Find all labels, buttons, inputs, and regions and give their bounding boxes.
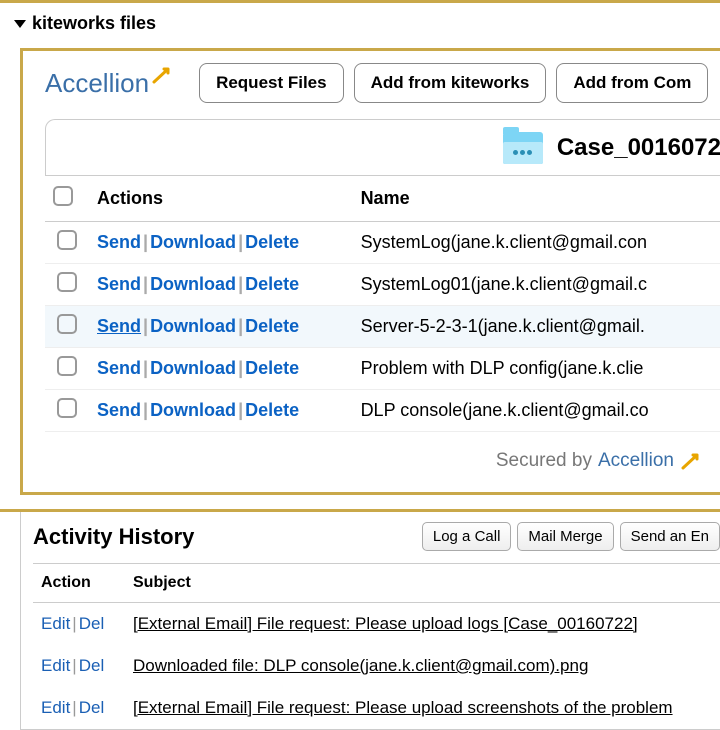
download-link[interactable]: Download <box>150 400 236 420</box>
accellion-arrow-icon <box>680 450 702 472</box>
files-panel: Accellion Request Files Add from kitewor… <box>20 48 720 495</box>
send-link[interactable]: Send <box>97 274 141 294</box>
history-row: Edit|DelDownloaded file: DLP console(jan… <box>33 645 720 687</box>
delete-link[interactable]: Delete <box>245 232 299 252</box>
row-checkbox[interactable] <box>57 356 77 376</box>
request-files-button[interactable]: Request Files <box>199 63 344 103</box>
send-link[interactable]: Send <box>97 316 141 336</box>
files-table: Actions Name Send|Download|DeleteSystemL… <box>45 175 720 432</box>
secured-by-footer: Secured by Accellion <box>45 432 720 476</box>
shared-folder-icon <box>503 132 543 164</box>
accellion-logo: Accellion <box>45 68 171 99</box>
file-name[interactable]: Server-5-2-3-1(jane.k.client@gmail. <box>353 306 720 348</box>
col-subject: Subject <box>125 564 720 603</box>
table-row: Send|Download|DeleteProblem with DLP con… <box>45 348 720 390</box>
activity-history-panel: Activity History Log a Call Mail Merge S… <box>20 512 720 730</box>
delete-link[interactable]: Delete <box>245 274 299 294</box>
edit-link[interactable]: Edit <box>41 614 70 633</box>
log-a-call-button[interactable]: Log a Call <box>422 522 512 551</box>
col-name: Name <box>353 176 720 222</box>
history-row: Edit|Del[External Email] File request: P… <box>33 687 720 729</box>
row-checkbox[interactable] <box>57 314 77 334</box>
edit-link[interactable]: Edit <box>41 698 70 717</box>
table-row: Send|Download|DeleteDLP console(jane.k.c… <box>45 390 720 432</box>
col-action: Action <box>33 564 125 603</box>
section-header[interactable]: kiteworks files <box>0 3 720 48</box>
history-table: Action Subject Edit|Del[External Email] … <box>33 563 720 729</box>
history-subject[interactable]: [External Email] File request: Please up… <box>133 614 638 633</box>
file-name[interactable]: Problem with DLP config(jane.k.clie <box>353 348 720 390</box>
send-email-button[interactable]: Send an En <box>620 522 720 551</box>
download-link[interactable]: Download <box>150 316 236 336</box>
folder-breadcrumb: Case_0016072 <box>45 119 720 175</box>
file-name[interactable]: SystemLog(jane.k.client@gmail.con <box>353 222 720 264</box>
section-title-text: kiteworks files <box>32 13 156 34</box>
row-checkbox[interactable] <box>57 398 77 418</box>
add-from-computer-button[interactable]: Add from Com <box>556 63 708 103</box>
col-actions: Actions <box>89 176 353 222</box>
download-link[interactable]: Download <box>150 358 236 378</box>
delete-link[interactable]: Delete <box>245 316 299 336</box>
file-name[interactable]: DLP console(jane.k.client@gmail.co <box>353 390 720 432</box>
add-from-kiteworks-button[interactable]: Add from kiteworks <box>354 63 547 103</box>
table-row: Send|Download|DeleteSystemLog01(jane.k.c… <box>45 264 720 306</box>
delete-link[interactable]: Delete <box>245 358 299 378</box>
download-link[interactable]: Download <box>150 274 236 294</box>
folder-name[interactable]: Case_0016072 <box>557 134 720 162</box>
activity-history-title: Activity History <box>33 524 416 550</box>
download-link[interactable]: Download <box>150 232 236 252</box>
file-name[interactable]: SystemLog01(jane.k.client@gmail.c <box>353 264 720 306</box>
row-checkbox[interactable] <box>57 230 77 250</box>
delete-link[interactable]: Delete <box>245 400 299 420</box>
del-link[interactable]: Del <box>79 614 105 633</box>
accellion-arrow-icon <box>151 64 173 86</box>
select-all-checkbox[interactable] <box>53 186 73 206</box>
send-link[interactable]: Send <box>97 400 141 420</box>
mail-merge-button[interactable]: Mail Merge <box>517 522 613 551</box>
del-link[interactable]: Del <box>79 698 105 717</box>
del-link[interactable]: Del <box>79 656 105 675</box>
collapse-triangle-icon[interactable] <box>14 20 26 28</box>
history-row: Edit|Del[External Email] File request: P… <box>33 603 720 646</box>
history-subject[interactable]: Downloaded file: DLP console(jane.k.clie… <box>133 656 588 675</box>
edit-link[interactable]: Edit <box>41 656 70 675</box>
toolbar: Accellion Request Files Add from kitewor… <box>45 63 720 103</box>
history-subject[interactable]: [External Email] File request: Please up… <box>133 698 673 717</box>
table-row: Send|Download|DeleteSystemLog(jane.k.cli… <box>45 222 720 264</box>
send-link[interactable]: Send <box>97 358 141 378</box>
table-row: Send|Download|DeleteServer-5-2-3-1(jane.… <box>45 306 720 348</box>
send-link[interactable]: Send <box>97 232 141 252</box>
row-checkbox[interactable] <box>57 272 77 292</box>
